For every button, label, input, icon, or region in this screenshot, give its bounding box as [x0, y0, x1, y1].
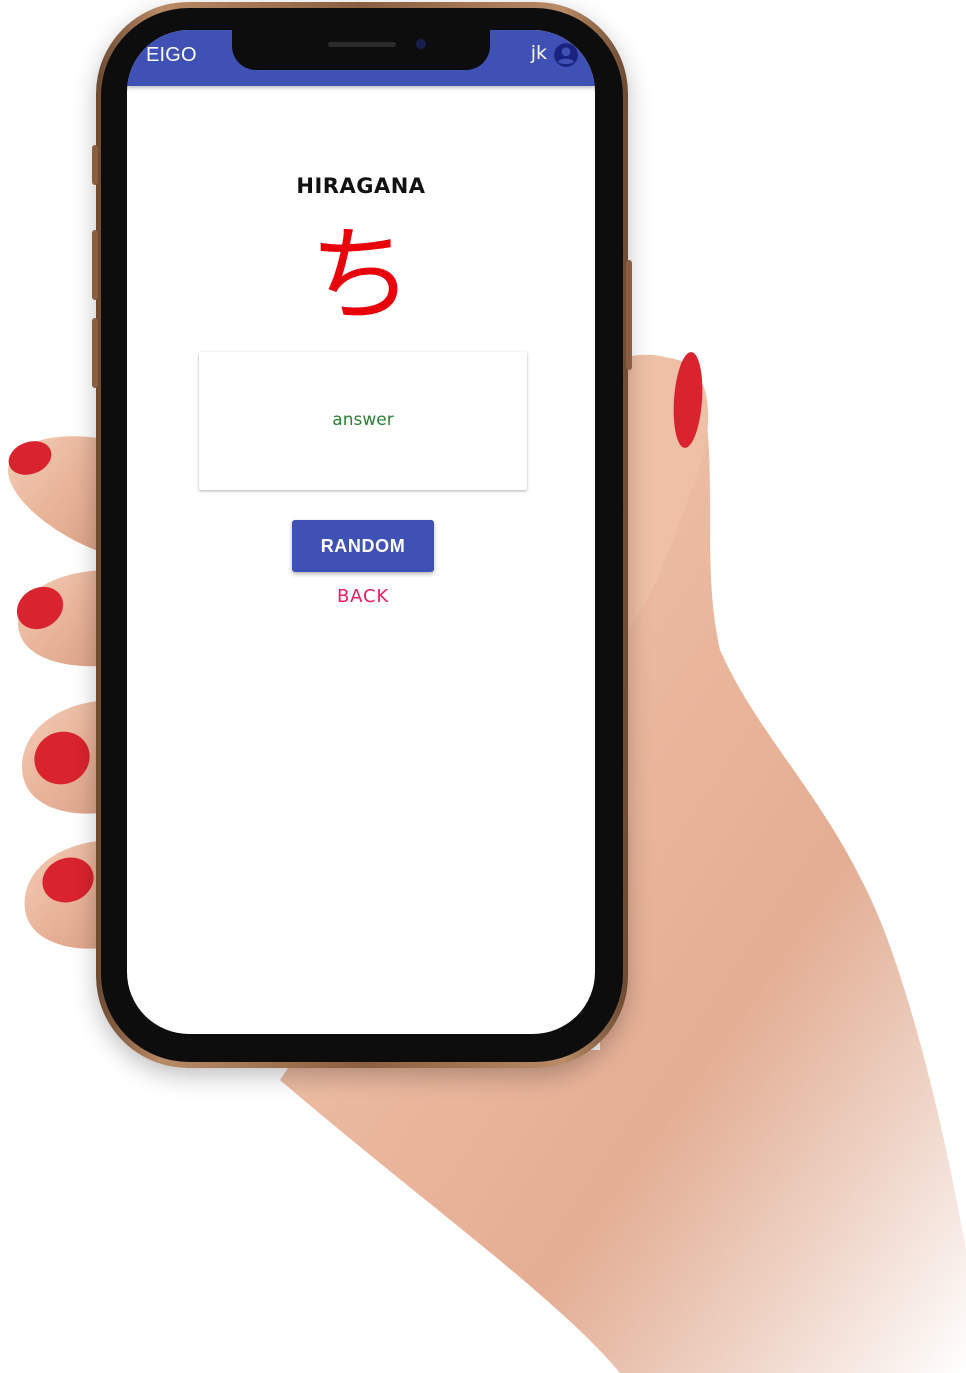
volume-down-button — [92, 318, 98, 388]
answer-placeholder[interactable]: answer — [199, 410, 527, 430]
notch — [232, 30, 490, 70]
page-title: HIRAGANA — [296, 174, 426, 198]
account-circle-icon[interactable] — [553, 42, 579, 68]
kana-character: ち — [308, 214, 413, 336]
back-button[interactable]: BACK — [292, 586, 434, 607]
app-title[interactable]: EIGO — [146, 44, 197, 67]
random-button[interactable]: RANDOM — [292, 520, 434, 572]
mute-switch — [92, 145, 98, 185]
answer-card[interactable]: answer — [199, 352, 527, 490]
user-name[interactable]: jk — [531, 42, 547, 64]
front-camera — [416, 39, 426, 49]
power-button — [626, 260, 632, 370]
device-mockup: EIGO jk HIRAGANA ち answer RANDOM BACK — [0, 0, 966, 1373]
speaker-grille — [328, 42, 396, 47]
phone-screen: EIGO jk HIRAGANA ち answer RANDOM BACK — [127, 30, 595, 1034]
volume-up-button — [92, 230, 98, 300]
